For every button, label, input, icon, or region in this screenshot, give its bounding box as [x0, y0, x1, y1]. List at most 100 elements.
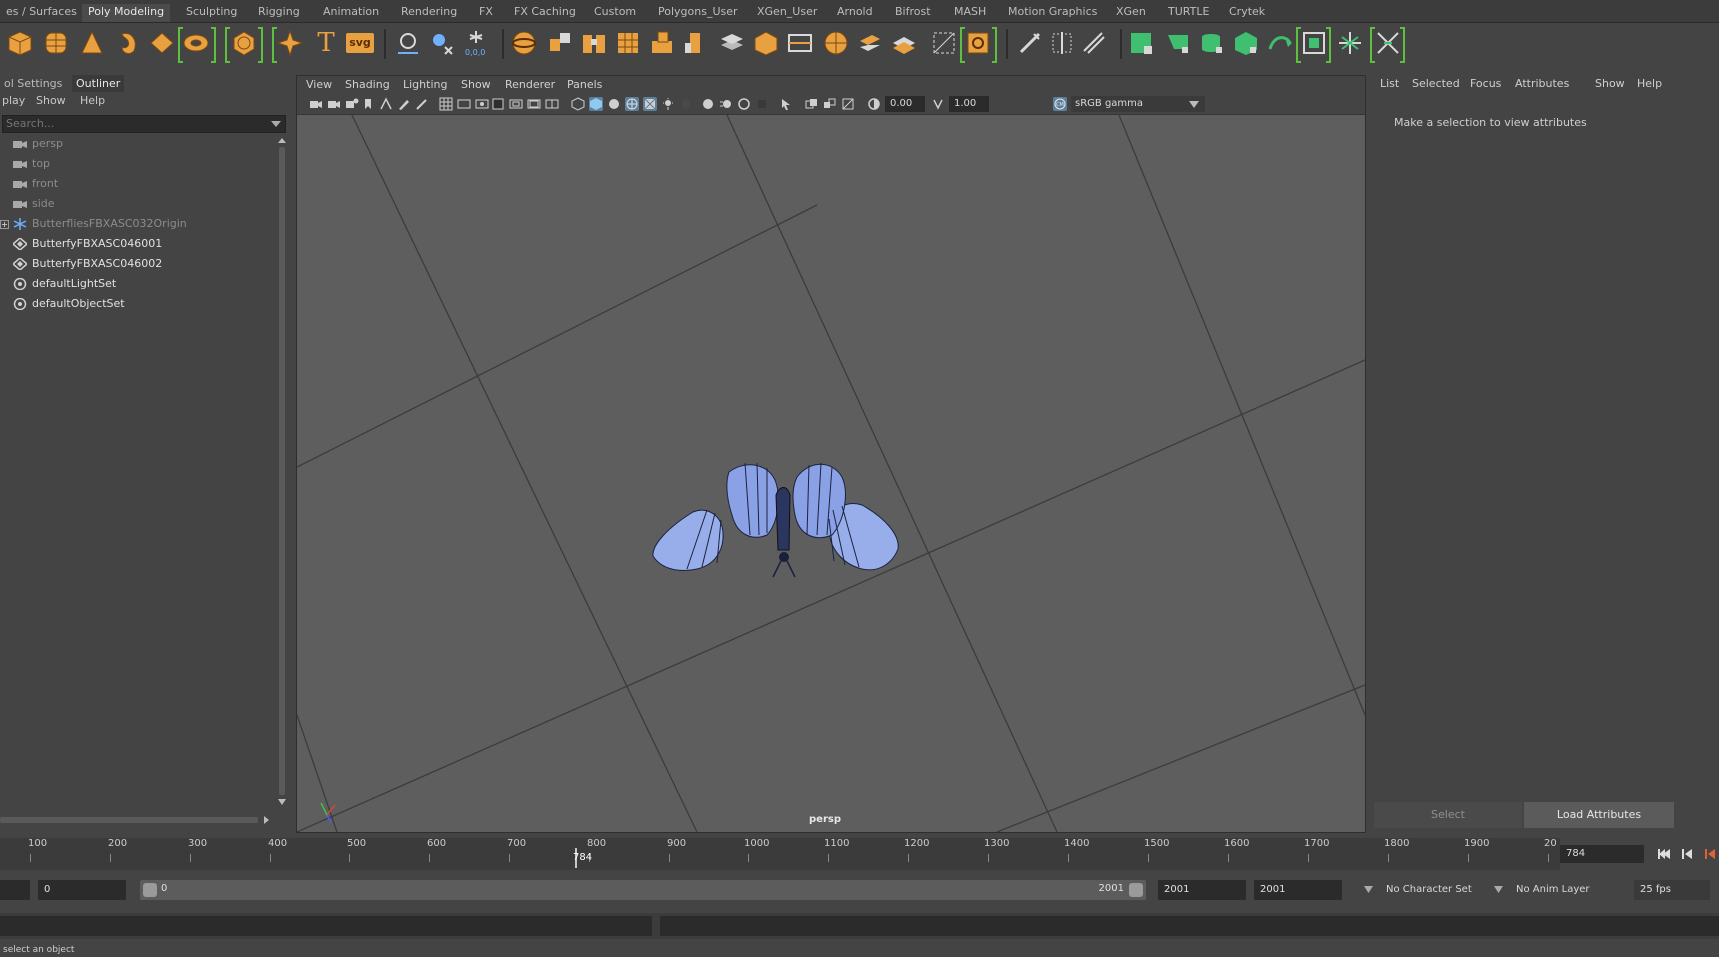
outliner-item-persp[interactable]: persp	[0, 134, 276, 154]
outliner-menu-show[interactable]: Show	[36, 92, 66, 109]
use-all-lights-icon[interactable]	[661, 97, 675, 111]
shelf-tab-xgen[interactable]: XGen	[1110, 4, 1152, 22]
shelf-tab-motion-graphics[interactable]: Motion Graphics	[1002, 4, 1103, 22]
shelf-tab-polygons-user[interactable]: Polygons_User	[652, 4, 744, 22]
exposure-icon[interactable]	[867, 97, 881, 111]
depth-of-field-icon[interactable]	[755, 97, 769, 111]
svg-icon[interactable]: svg	[346, 33, 374, 53]
outliner-item-front[interactable]: front	[0, 174, 276, 194]
safe-title-icon[interactable]	[545, 97, 559, 111]
time-slider[interactable]: 100 200 300 400 500 600 700 800 900 1000…	[0, 838, 1560, 870]
shelf-tab-fx[interactable]: FX	[473, 4, 499, 22]
planar-map-icon[interactable]	[1164, 29, 1192, 57]
ae-menu-attributes[interactable]: Attributes	[1515, 77, 1569, 90]
unfold-icon[interactable]	[1300, 29, 1328, 57]
gamma-icon[interactable]	[931, 97, 945, 111]
shelf-tab-rendering[interactable]: Rendering	[395, 4, 463, 22]
outliner-item-top[interactable]: top	[0, 154, 276, 174]
view-transform-dropdown[interactable]: sRGB gamma	[1071, 96, 1205, 112]
go-to-start-icon[interactable]	[1656, 846, 1672, 862]
load-attributes-button[interactable]: Load Attributes	[1524, 802, 1674, 828]
butterfly-mesh[interactable]	[652, 462, 899, 578]
shelf-tab-crytek[interactable]: Crytek	[1223, 4, 1271, 22]
pivot-icon[interactable]	[394, 29, 422, 57]
symmetrize-icon[interactable]	[1374, 29, 1402, 57]
outliner-vertical-scrollbar[interactable]	[277, 137, 287, 807]
append-icon[interactable]	[786, 29, 814, 57]
outliner-menu-display[interactable]: play	[2, 92, 25, 109]
color-management-icon[interactable]: CM	[1053, 97, 1067, 111]
fill-hole-icon[interactable]	[822, 29, 850, 57]
default-lighting-icon[interactable]	[607, 97, 621, 111]
tab-outliner[interactable]: Outliner	[72, 75, 125, 92]
outliner-item-butterfly-001[interactable]: ButterfyFBXASC046001	[0, 234, 276, 254]
outliner-item-butterfly-002[interactable]: ButterfyFBXASC046002	[0, 254, 276, 274]
poly-torus-icon[interactable]	[114, 29, 142, 57]
anti-aliasing-icon[interactable]	[737, 97, 751, 111]
shelf-tab-sculpting[interactable]: Sculpting	[180, 4, 243, 22]
fps-dropdown[interactable]: 25 fps	[1634, 880, 1710, 900]
mirror-icon[interactable]	[930, 29, 958, 57]
shelf-tab-poly-modeling[interactable]: Poly Modeling	[82, 4, 171, 22]
poly-plane-icon[interactable]	[148, 29, 176, 57]
snap-icon[interactable]	[428, 29, 456, 57]
shelf-tab-custom[interactable]: Custom	[588, 4, 642, 22]
extract-icon[interactable]	[580, 29, 608, 57]
wireframe-icon[interactable]	[571, 97, 585, 111]
wireframe-on-shaded-icon[interactable]	[625, 97, 639, 111]
triangulate-icon[interactable]	[890, 29, 918, 57]
grid-icon[interactable]	[439, 97, 453, 111]
outliner-search-input[interactable]	[6, 116, 258, 131]
viewport-menu-show[interactable]: Show	[461, 78, 491, 91]
separate-icon[interactable]	[546, 29, 574, 57]
mel-command-input[interactable]	[0, 916, 652, 936]
select-button[interactable]: Select	[1374, 802, 1522, 828]
animation-end-field[interactable]: 2001	[1254, 880, 1342, 900]
poly-cone-icon[interactable]	[78, 29, 106, 57]
extrude-icon[interactable]	[718, 29, 746, 57]
shelf-tab-rigging[interactable]: Rigging	[252, 4, 306, 22]
resolution-gate-icon[interactable]	[475, 97, 489, 111]
smooth-icon[interactable]	[614, 29, 642, 57]
outliner-menu-help[interactable]: Help	[80, 92, 105, 109]
automatic-map-icon[interactable]	[1266, 29, 1294, 57]
viewport-menu-shading[interactable]: Shading	[345, 78, 390, 91]
outliner-item-side[interactable]: side	[0, 194, 276, 214]
range-slider[interactable]: 0 2001	[140, 880, 1146, 900]
object-center-icon[interactable]: 0,0,0	[462, 29, 490, 57]
character-set-dropdown[interactable]: No Character Set	[1386, 880, 1472, 900]
bookmark-camera-icon[interactable]	[345, 97, 359, 111]
field-chart-icon[interactable]	[509, 97, 523, 111]
shelf-tab-turtle[interactable]: TURTLE	[1162, 4, 1215, 22]
exposure-field[interactable]: 0.00	[885, 96, 925, 112]
xray-icon[interactable]	[805, 97, 819, 111]
shadows-icon[interactable]	[679, 97, 693, 111]
animation-start-field[interactable]	[0, 880, 30, 900]
playback-start-field[interactable]: 0	[38, 880, 126, 900]
boolean-icon[interactable]	[648, 29, 676, 57]
grease-pencil-icon[interactable]	[397, 97, 411, 111]
chevron-down-icon[interactable]	[1364, 886, 1373, 893]
smooth-shade-icon[interactable]	[589, 97, 603, 111]
tab-tool-settings[interactable]: ol Settings	[0, 75, 66, 92]
outliner-item-default-light-set[interactable]: defaultLightSet	[0, 274, 276, 294]
poly-sphere-icon[interactable]	[42, 29, 70, 57]
shelf-tab-arnold[interactable]: Arnold	[831, 4, 879, 22]
chevron-down-icon[interactable]	[1494, 886, 1503, 893]
ambient-occlusion-icon[interactable]	[701, 97, 715, 111]
viewport-menu-renderer[interactable]: Renderer	[505, 78, 555, 91]
select-camera-icon[interactable]	[309, 97, 323, 111]
shelf-tab-animation[interactable]: Animation	[317, 4, 385, 22]
super-shape-icon[interactable]	[276, 29, 304, 57]
film-gate-icon[interactable]	[457, 97, 471, 111]
outliner-horizontal-scrollbar[interactable]	[0, 815, 270, 825]
two-d-pan-zoom-icon[interactable]	[415, 97, 429, 111]
range-start-handle[interactable]	[143, 883, 157, 897]
viewport-menu-lighting[interactable]: Lighting	[403, 78, 447, 91]
playback-end-field[interactable]: 2001	[1158, 880, 1246, 900]
layout-icon[interactable]	[1336, 29, 1364, 57]
merge-icon[interactable]	[856, 29, 884, 57]
poly-disc-icon[interactable]	[182, 29, 210, 57]
isolate-select-icon[interactable]	[779, 97, 793, 111]
outliner-item-butterflies-origin[interactable]: ButterfliesFBXASC032Origin	[0, 214, 276, 234]
